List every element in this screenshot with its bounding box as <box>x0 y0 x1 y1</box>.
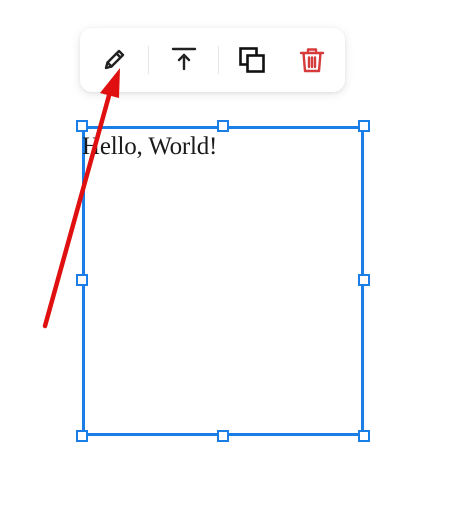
bring-to-front-icon <box>169 45 199 75</box>
edit-button[interactable] <box>96 42 132 78</box>
resize-handle-top[interactable] <box>217 120 229 132</box>
selected-text-box[interactable] <box>82 126 364 436</box>
toolbar-divider <box>148 46 149 74</box>
resize-handle-bottom-left[interactable] <box>76 430 88 442</box>
trash-icon <box>297 45 327 75</box>
duplicate-button[interactable] <box>234 42 270 78</box>
bring-to-front-button[interactable] <box>166 42 202 78</box>
resize-handle-top-right[interactable] <box>358 120 370 132</box>
element-toolbar <box>80 28 345 92</box>
delete-button[interactable] <box>294 42 330 78</box>
resize-handle-top-left[interactable] <box>76 120 88 132</box>
pencil-icon <box>99 45 129 75</box>
resize-handle-bottom[interactable] <box>217 430 229 442</box>
resize-handle-right[interactable] <box>358 274 370 286</box>
toolbar-divider <box>218 46 219 74</box>
resize-handle-bottom-right[interactable] <box>358 430 370 442</box>
duplicate-icon <box>237 45 267 75</box>
resize-handle-left[interactable] <box>76 274 88 286</box>
text-box-content[interactable]: Hello, World! <box>82 133 217 161</box>
